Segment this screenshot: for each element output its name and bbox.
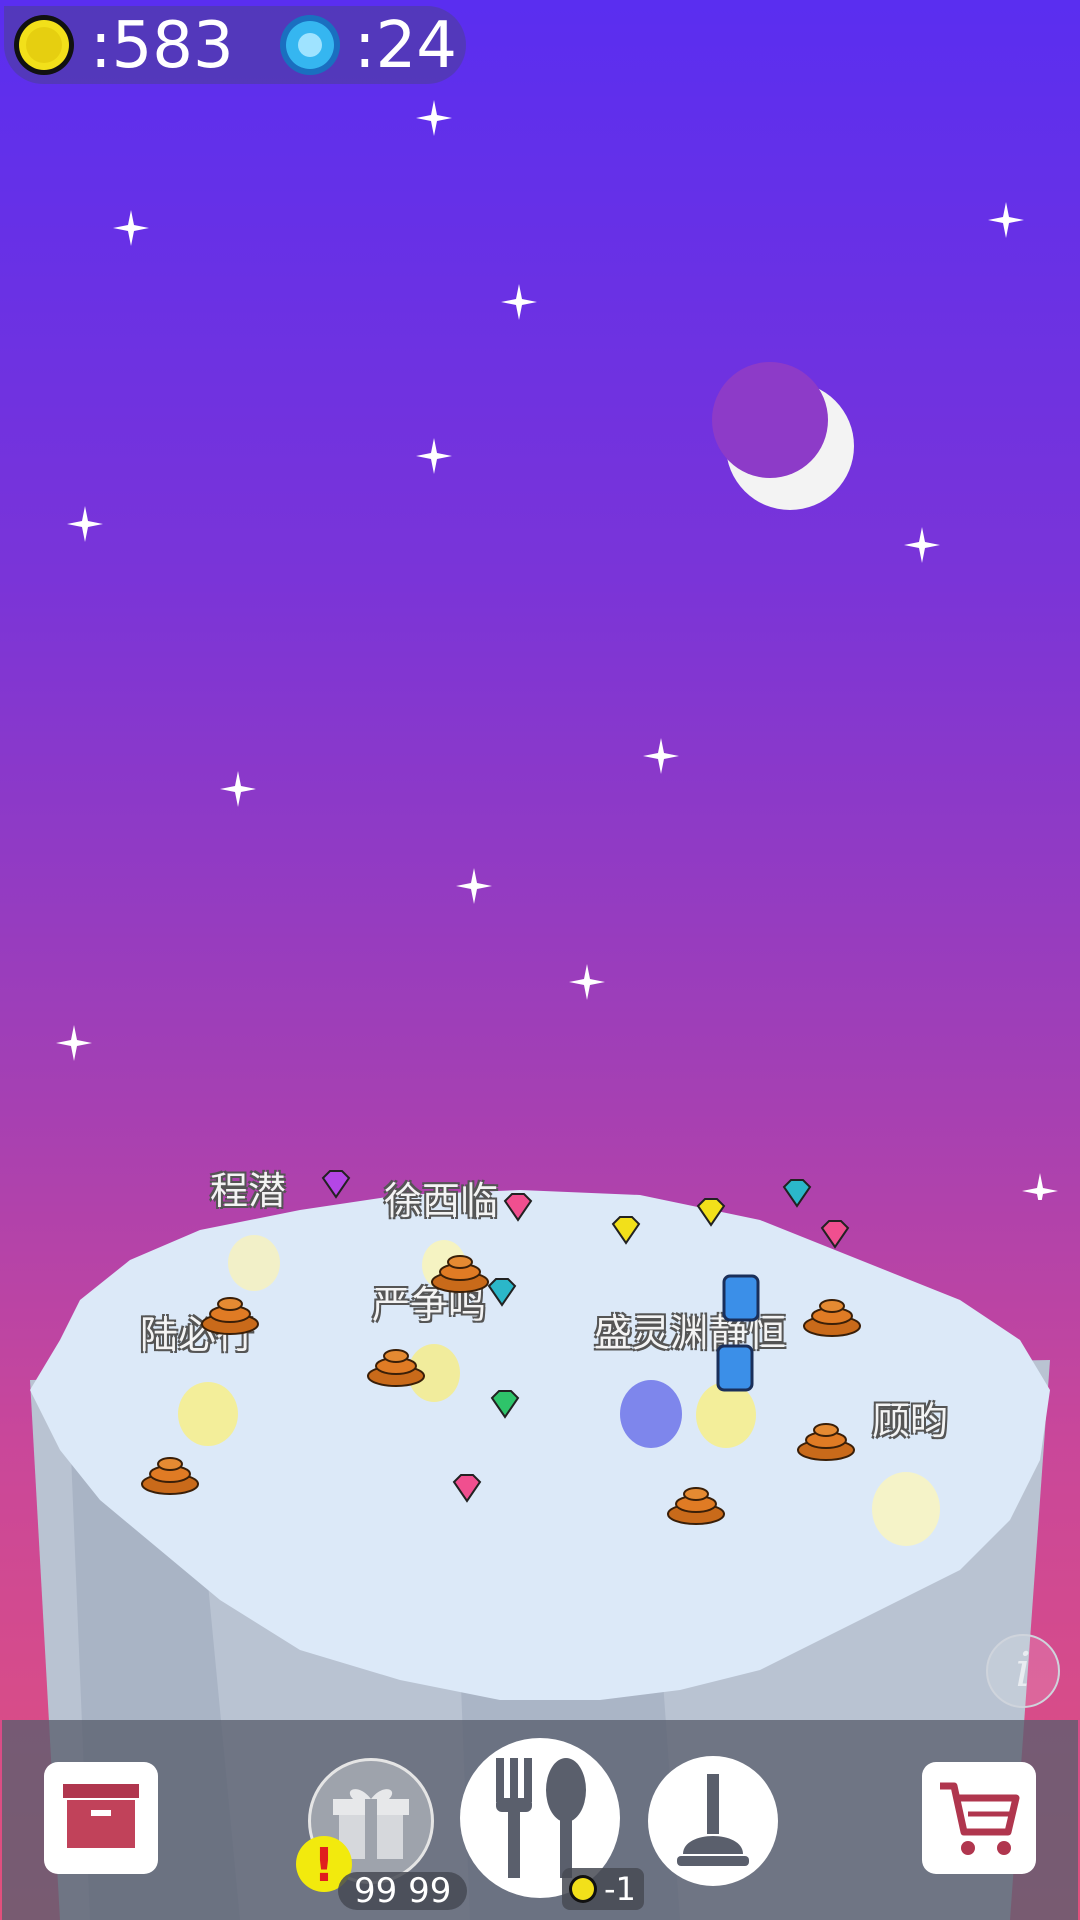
fork-spoon-icon (496, 1758, 586, 1878)
clean-button[interactable] (648, 1756, 778, 1886)
pink-gem-icon[interactable] (453, 1474, 481, 1502)
yellow-gem-icon[interactable] (697, 1198, 725, 1226)
poop-icon[interactable] (431, 1255, 489, 1293)
coin-icon (569, 1875, 597, 1903)
coin-count: :583 (90, 9, 234, 83)
cyan-gem-icon[interactable] (783, 1179, 811, 1207)
pink-gem-icon[interactable] (821, 1220, 849, 1248)
star-icon (67, 506, 103, 542)
star-icon (416, 100, 452, 136)
green-gem-icon[interactable] (491, 1390, 519, 1418)
star-icon (456, 868, 492, 904)
storage-box-icon (63, 1784, 139, 1848)
currency-bar: :583 :24 (4, 6, 466, 84)
star-icon (220, 771, 256, 807)
feed-cost-badge: -1 (562, 1868, 644, 1910)
gem-count: :24 (354, 9, 457, 83)
platform-items (141, 1170, 861, 1525)
coin-icon (14, 15, 74, 75)
feed-cost: -1 (604, 1870, 636, 1908)
cyan-gem-icon[interactable] (488, 1278, 516, 1306)
poop-icon[interactable] (797, 1423, 855, 1461)
shopping-cart-icon (940, 1782, 1020, 1855)
poop-icon[interactable] (803, 1299, 861, 1337)
info-button[interactable]: i (986, 1634, 1060, 1708)
star-icon (416, 438, 452, 474)
yellow-gem-icon[interactable] (612, 1216, 640, 1244)
poop-icon[interactable] (141, 1457, 199, 1495)
poop-icon[interactable] (201, 1297, 259, 1335)
blue-gem-icon (280, 15, 340, 75)
poop-icon[interactable] (367, 1349, 425, 1387)
plunger-icon (677, 1774, 749, 1866)
info-icon: i (1015, 1642, 1031, 1698)
star-icon (56, 1025, 92, 1061)
star-icon (113, 210, 149, 246)
star-icon (569, 964, 605, 1000)
gift-count-badge: 99 99 (338, 1871, 468, 1911)
blue-crystal-icon[interactable] (722, 1274, 760, 1322)
poop-icon[interactable] (667, 1487, 725, 1525)
gift-count: 99 99 (354, 1871, 452, 1911)
moon-icon (712, 362, 854, 510)
sky-decoration (56, 100, 1058, 1200)
star-icon (501, 284, 537, 320)
star-icon (904, 527, 940, 563)
bottom-toolbar: ! 99 99 -1 (2, 1720, 1078, 1920)
shop-button[interactable] (922, 1762, 1036, 1874)
purple-gem-icon[interactable] (322, 1170, 350, 1198)
pink-gem-icon[interactable] (504, 1193, 532, 1221)
storage-button[interactable] (44, 1762, 158, 1874)
star-icon (988, 202, 1024, 238)
star-icon (643, 738, 679, 774)
blue-crystal-icon[interactable] (716, 1344, 754, 1392)
